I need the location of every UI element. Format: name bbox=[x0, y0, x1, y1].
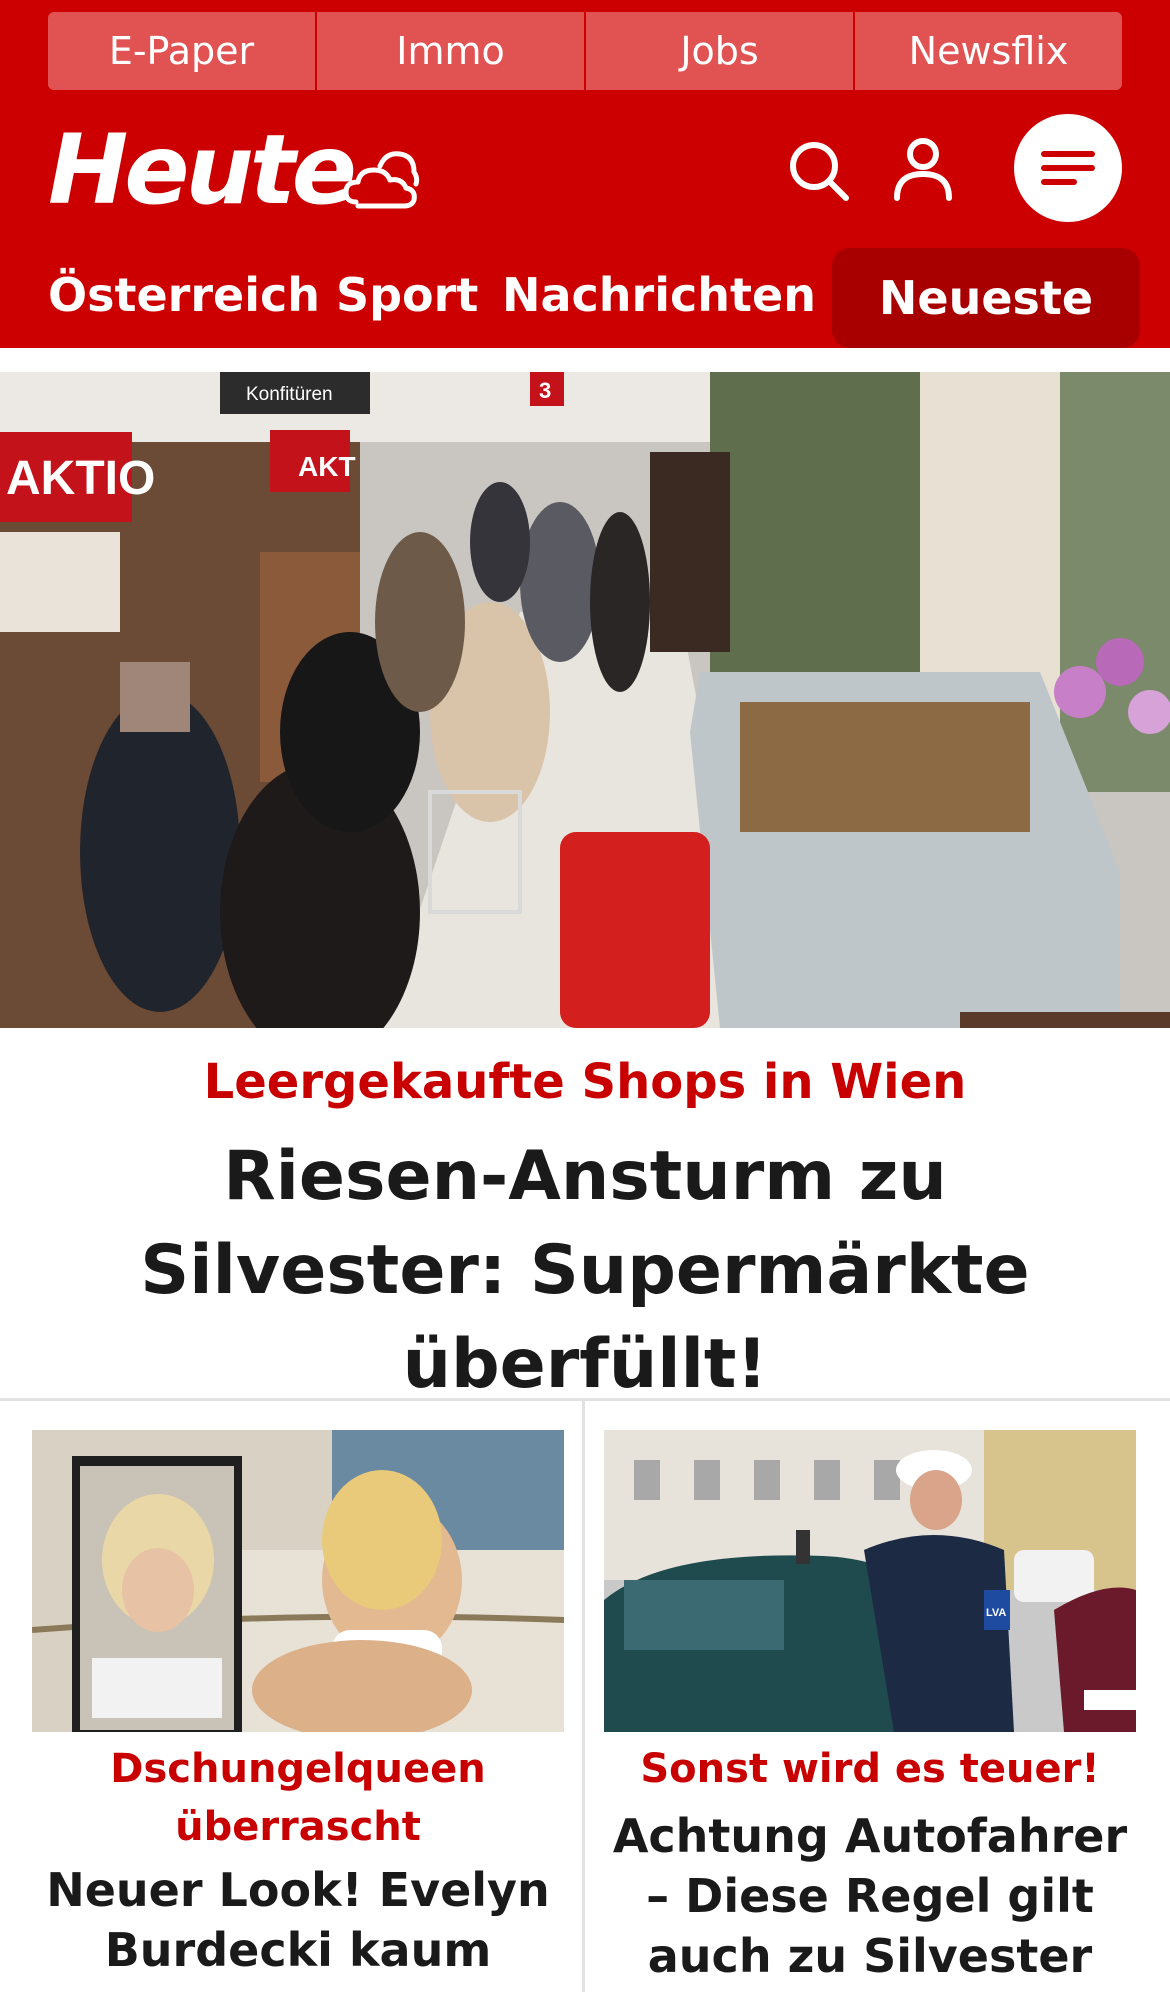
site-logo[interactable]: Heute bbox=[48, 122, 357, 218]
card-headline-autofahrer[interactable]: Achtung Autofahrer – Diese Regel gilt au… bbox=[604, 1806, 1136, 1986]
top-navigation: E-Paper Immo Jobs Newsflix bbox=[48, 12, 1122, 90]
beach-photo bbox=[32, 1430, 564, 1732]
weather-icon[interactable] bbox=[342, 144, 422, 214]
card-kicker-burdecki[interactable]: Dschungelqueen überrascht bbox=[32, 1740, 564, 1856]
card-image-autofahrer[interactable]: LVA bbox=[604, 1430, 1136, 1732]
user-icon[interactable] bbox=[892, 136, 954, 202]
section-nachrichten-link[interactable]: Nachrichten bbox=[502, 268, 816, 322]
topnav-newsflix-link[interactable]: Newsflix bbox=[855, 12, 1122, 90]
aisle-number-text: 3 bbox=[539, 378, 551, 403]
topnav-jobs-link[interactable]: Jobs bbox=[586, 12, 855, 90]
aktion-sign-text: AKTIO bbox=[6, 452, 155, 505]
section-oesterreich-link[interactable]: Österreich bbox=[48, 268, 320, 322]
section-sport-link[interactable]: Sport bbox=[336, 268, 478, 322]
section-navigation: Österreich Sport Nachrichten Neueste bbox=[0, 248, 1170, 348]
konfitueren-sign-text: Konfitüren bbox=[246, 384, 333, 405]
hero-image[interactable]: AKTIO AKT Konfitüren 3 bbox=[0, 372, 1170, 1028]
hero-headline[interactable]: Riesen-Ansturm zu Silvester: Supermärkte… bbox=[40, 1130, 1130, 1412]
menu-button[interactable] bbox=[1014, 114, 1122, 222]
topnav-epaper-link[interactable]: E-Paper bbox=[48, 12, 317, 90]
search-icon[interactable] bbox=[786, 138, 852, 204]
akt-sign-text: AKT bbox=[298, 451, 356, 482]
hero-kicker[interactable]: Leergekaufte Shops in Wien bbox=[0, 1054, 1170, 1110]
hamburger-menu-icon bbox=[1041, 151, 1095, 185]
lva-badge-text: LVA bbox=[986, 1607, 1006, 1619]
brand-row: Heute bbox=[0, 100, 1170, 240]
site-header: E-Paper Immo Jobs Newsflix Heute Österre… bbox=[0, 0, 1170, 348]
supermarket-photo: AKTIO AKT Konfitüren 3 bbox=[0, 372, 1170, 1028]
card-image-burdecki[interactable] bbox=[32, 1430, 564, 1732]
section-neueste-tab[interactable]: Neueste bbox=[832, 248, 1140, 348]
card-headline-burdecki[interactable]: Neuer Look! Evelyn Burdecki kaum bbox=[32, 1860, 564, 1980]
horizontal-divider bbox=[0, 1398, 1170, 1401]
vertical-divider bbox=[582, 1400, 585, 1992]
card-kicker-autofahrer[interactable]: Sonst wird es teuer! bbox=[604, 1740, 1136, 1798]
topnav-immo-link[interactable]: Immo bbox=[317, 12, 586, 90]
police-photo: LVA bbox=[604, 1430, 1136, 1732]
